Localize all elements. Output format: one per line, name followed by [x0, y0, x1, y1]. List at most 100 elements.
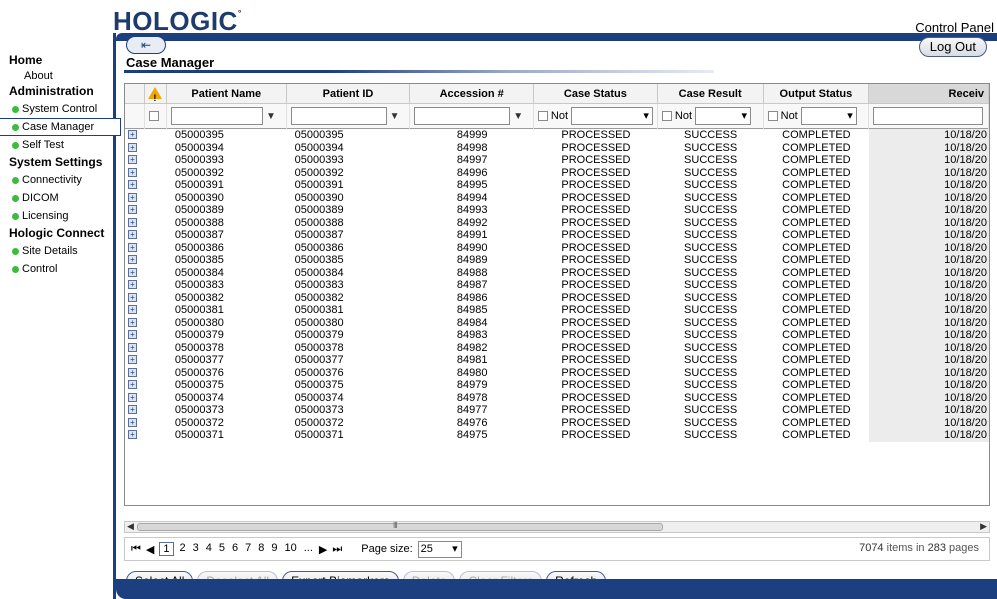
- accession-filter-input[interactable]: [414, 107, 511, 125]
- scroll-right-icon[interactable]: ▶: [980, 521, 987, 532]
- expand-row-icon[interactable]: +: [128, 392, 137, 402]
- expand-row-icon[interactable]: +: [128, 355, 137, 364]
- nav-section-hologic-connect[interactable]: Hologic Connect: [0, 225, 117, 242]
- table-row[interactable]: +05000384 05000384 84988 PROCESSED SUCCESS CO…: [125, 266, 989, 279]
- horizontal-scrollbar[interactable]: ◀ III ▶: [124, 521, 990, 533]
- expand-row-icon[interactable]: +: [128, 380, 137, 389]
- page-link-6[interactable]: 6: [231, 542, 239, 556]
- table-row[interactable]: +05000373 05000373 84977 PROCESSED SUCCESS CO…: [125, 404, 989, 417]
- header-received[interactable]: Receiv: [869, 84, 989, 103]
- table-row[interactable]: +05000388 05000388 84992 PROCESSED SUCCESS CO…: [125, 216, 989, 229]
- case-result-filter-select[interactable]: [695, 107, 752, 125]
- prev-page-icon[interactable]: ◀: [146, 543, 154, 556]
- page-link-7[interactable]: 7: [244, 542, 252, 556]
- expand-row-icon[interactable]: +: [128, 230, 137, 239]
- expand-row-icon[interactable]: +: [128, 192, 137, 202]
- next-page-icon[interactable]: ▶: [319, 543, 327, 556]
- page-link-4[interactable]: 4: [205, 542, 213, 556]
- table-row[interactable]: +05000389 05000389 84993 PROCESSED SUCCESS CO…: [125, 204, 989, 217]
- expand-row-icon[interactable]: +: [128, 242, 137, 252]
- page-link-9[interactable]: 9: [270, 542, 278, 556]
- table-row[interactable]: +05000387 05000387 84991 PROCESSED SUCCESS CO…: [125, 229, 989, 242]
- table-row[interactable]: +05000376 05000376 84980 PROCESSED SUCCESS CO…: [125, 366, 989, 379]
- select-all-checkbox[interactable]: [148, 111, 159, 121]
- first-page-icon[interactable]: ⏮: [131, 543, 141, 556]
- last-page-icon[interactable]: ⏭: [332, 543, 342, 556]
- logout-button[interactable]: Log Out: [918, 37, 987, 57]
- expand-row-icon[interactable]: +: [128, 280, 137, 289]
- nav-section-system-settings[interactable]: System Settings: [0, 154, 117, 171]
- header-case-result[interactable]: Case Result: [658, 84, 764, 103]
- sidebar-item-about[interactable]: About: [0, 69, 117, 83]
- page-link-8[interactable]: 8: [257, 542, 265, 556]
- table-row[interactable]: +05000393 05000393 84997 PROCESSED SUCCESS CO…: [125, 154, 989, 167]
- table-row[interactable]: +05000385 05000385 84989 PROCESSED SUCCESS CO…: [125, 254, 989, 267]
- expand-row-icon[interactable]: +: [128, 417, 137, 427]
- header-patient-id[interactable]: Patient ID: [287, 84, 411, 103]
- received-filter-input[interactable]: [873, 107, 984, 125]
- expand-row-icon[interactable]: +: [128, 217, 137, 227]
- expand-row-icon[interactable]: +: [128, 180, 137, 189]
- more-pages-link[interactable]: ...: [303, 542, 314, 556]
- table-row[interactable]: +05000390 05000390 84994 PROCESSED SUCCESS CO…: [125, 191, 989, 204]
- nav-section-administration[interactable]: Administration: [0, 83, 117, 100]
- sidebar-item-licensing[interactable]: Licensing: [0, 207, 117, 225]
- table-row[interactable]: +05000383 05000383 84987 PROCESSED SUCCESS CO…: [125, 279, 989, 292]
- expand-row-icon[interactable]: +: [128, 130, 137, 139]
- expand-row-icon[interactable]: +: [128, 430, 137, 439]
- expand-row-icon[interactable]: +: [128, 330, 137, 339]
- table-row[interactable]: +05000379 05000379 84983 PROCESSED SUCCESS CO…: [125, 329, 989, 342]
- header-case-status[interactable]: Case Status: [534, 84, 658, 103]
- expand-row-icon[interactable]: +: [128, 267, 137, 277]
- scrollbar-thumb[interactable]: III: [137, 521, 663, 531]
- table-row[interactable]: +05000378 05000378 84982 PROCESSED SUCCESS CO…: [125, 341, 989, 354]
- page-link-1[interactable]: 1: [159, 542, 174, 556]
- expand-row-icon[interactable]: +: [128, 155, 137, 164]
- page-link-5[interactable]: 5: [218, 542, 226, 556]
- table-row[interactable]: +05000394 05000394 84998 PROCESSED SUCCESS CO…: [125, 141, 989, 154]
- table-row[interactable]: +05000372 05000372 84976 PROCESSED SUCCESS CO…: [125, 416, 989, 429]
- expand-row-icon[interactable]: +: [128, 305, 137, 314]
- scroll-left-icon[interactable]: ◀: [127, 521, 134, 532]
- expand-row-icon[interactable]: +: [128, 405, 137, 414]
- header-output-status[interactable]: Output Status: [764, 84, 870, 103]
- sidebar-item-system-control[interactable]: System Control: [0, 100, 117, 118]
- expand-row-icon[interactable]: +: [128, 167, 137, 177]
- expand-row-icon[interactable]: +: [128, 367, 137, 377]
- header-patient-name[interactable]: Patient Name: [167, 84, 287, 103]
- table-row[interactable]: +05000382 05000382 84986 PROCESSED SUCCESS CO…: [125, 291, 989, 304]
- filter-icon[interactable]: ▼: [390, 111, 400, 122]
- case-status-not-checkbox[interactable]: [537, 111, 548, 121]
- back-button[interactable]: ⇤: [126, 36, 166, 54]
- sidebar-item-connectivity[interactable]: Connectivity: [0, 171, 117, 189]
- table-row[interactable]: +05000381 05000381 84985 PROCESSED SUCCESS CO…: [125, 304, 989, 317]
- page-link-3[interactable]: 3: [192, 542, 200, 556]
- table-row[interactable]: +05000371 05000371 84975 PROCESSED SUCCESS CO…: [125, 429, 989, 442]
- expand-row-icon[interactable]: +: [128, 317, 137, 327]
- sidebar-item-control[interactable]: Control: [0, 260, 117, 278]
- expand-row-icon[interactable]: +: [128, 205, 137, 214]
- table-row[interactable]: +05000386 05000386 84990 PROCESSED SUCCESS CO…: [125, 241, 989, 254]
- sidebar-item-dicom[interactable]: DICOM: [0, 189, 117, 207]
- table-row[interactable]: +05000392 05000392 84996 PROCESSED SUCCESS CO…: [125, 166, 989, 179]
- case-status-filter-select[interactable]: [571, 107, 653, 125]
- expand-row-icon[interactable]: +: [128, 292, 137, 302]
- table-row[interactable]: +05000395 05000395 84999 PROCESSED SUCCESS CO…: [125, 129, 989, 142]
- sidebar-item-site-details[interactable]: Site Details: [0, 242, 117, 260]
- sidebar-item-self-test[interactable]: Self Test: [0, 136, 117, 154]
- header-accession[interactable]: Accession #: [410, 84, 535, 103]
- table-row[interactable]: +05000380 05000380 84984 PROCESSED SUCCESS CO…: [125, 316, 989, 329]
- case-result-not-checkbox[interactable]: [661, 111, 672, 121]
- filter-icon[interactable]: ▼: [266, 111, 276, 122]
- expand-row-icon[interactable]: +: [128, 342, 137, 352]
- nav-section-home[interactable]: Home: [0, 52, 117, 69]
- output-status-not-checkbox[interactable]: [767, 111, 778, 121]
- patient-name-filter-input[interactable]: [170, 107, 263, 125]
- table-row[interactable]: +05000374 05000374 84978 PROCESSED SUCCESS CO…: [125, 391, 989, 404]
- sidebar-item-case-manager[interactable]: Case Manager: [0, 118, 121, 136]
- expand-row-icon[interactable]: +: [128, 255, 137, 264]
- page-link-10[interactable]: 10: [284, 542, 298, 556]
- page-size-select[interactable]: 25: [417, 540, 462, 558]
- page-link-2[interactable]: 2: [179, 542, 187, 556]
- table-row[interactable]: +05000391 05000391 84995 PROCESSED SUCCESS CO…: [125, 179, 989, 192]
